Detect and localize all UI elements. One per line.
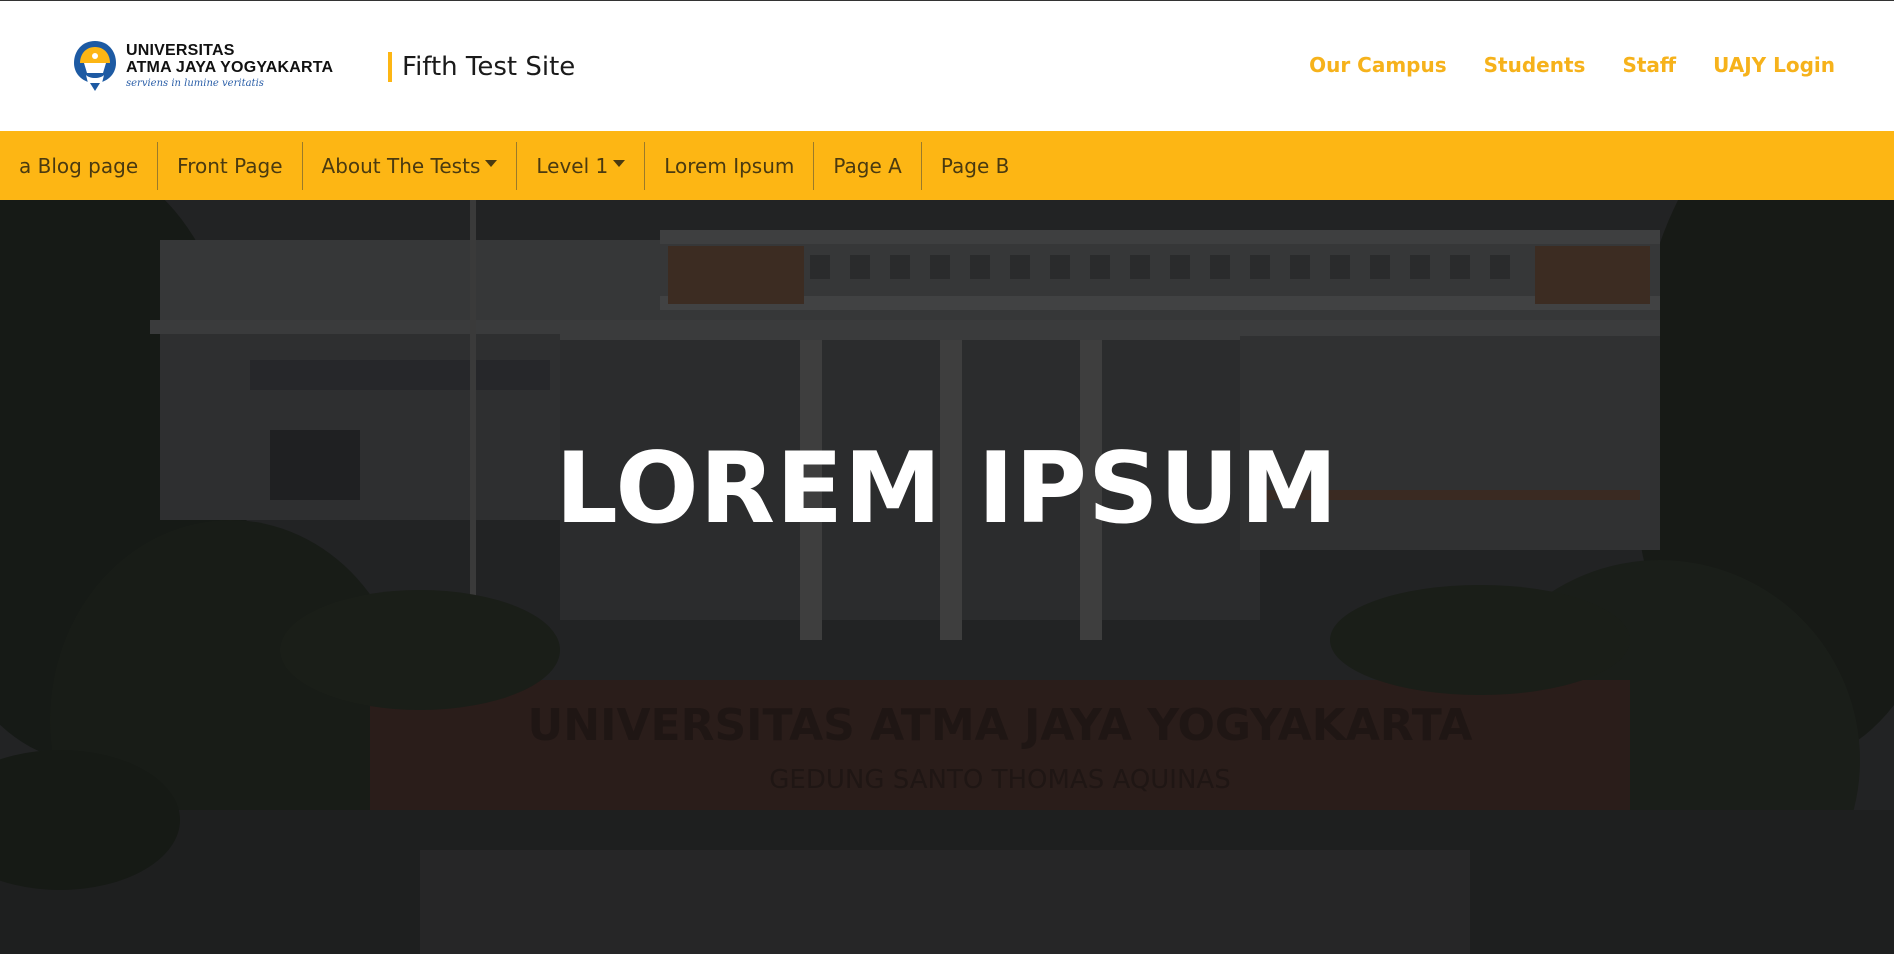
logo-line-2: ATMA JAYA YOGYAKARTA — [126, 59, 334, 76]
logo-line-1: UNIVERSITAS — [126, 42, 235, 59]
nav-item-lorem-ipsum[interactable]: Lorem Ipsum — [644, 141, 813, 190]
university-logo[interactable]: UNIVERSITAS ATMA JAYA YOGYAKARTA servien… — [72, 39, 333, 93]
building-sign-subtext: GEDUNG SANTO THOMAS AQUINAS — [769, 765, 1230, 795]
hero-title: LOREM IPSUM — [555, 432, 1339, 546]
nav-item-label: Lorem Ipsum — [664, 153, 795, 178]
logo-tagline: serviens in lumine veritatis — [126, 78, 264, 89]
site-title-wrapper: Fifth Test Site — [388, 52, 575, 82]
caret-down-icon — [613, 160, 626, 167]
main-nav: a Blog page Front Page About The Tests L… — [0, 131, 1894, 200]
university-emblem-icon — [74, 41, 116, 91]
campus-building-background: UNIVERSITAS ATMA JAYA YOGYAKARTA GEDUNG … — [0, 200, 1894, 954]
site-title[interactable]: Fifth Test Site — [402, 52, 575, 82]
hero-banner: UNIVERSITAS ATMA JAYA YOGYAKARTA GEDUNG … — [0, 200, 1894, 954]
nav-item-label: Front Page — [177, 153, 283, 178]
caret-down-icon — [485, 160, 498, 167]
nav-item-front-page[interactable]: Front Page — [157, 141, 301, 190]
nav-item-blog[interactable]: a Blog page — [0, 142, 157, 190]
nav-item-page-a[interactable]: Page A — [813, 141, 920, 190]
link-uajy-login[interactable]: UAJY Login — [1713, 53, 1835, 77]
nav-item-label: Page A — [833, 153, 902, 178]
nav-item-label: Level 1 — [536, 153, 609, 178]
nav-item-page-b[interactable]: Page B — [920, 141, 1029, 190]
nav-item-label: About The Tests — [321, 153, 481, 178]
nav-item-label: a Blog page — [19, 153, 139, 178]
building-sign-text: UNIVERSITAS ATMA JAYA YOGYAKARTA — [528, 700, 1473, 751]
link-staff[interactable]: Staff — [1622, 53, 1676, 77]
nav-item-label: Page B — [940, 153, 1010, 178]
nav-item-about-the-tests[interactable]: About The Tests — [301, 141, 517, 190]
site-header: UNIVERSITAS ATMA JAYA YOGYAKARTA servien… — [0, 1, 1894, 131]
nav-item-level-1[interactable]: Level 1 — [516, 141, 644, 190]
top-links: Our Campus Students Staff UAJY Login — [1309, 53, 1835, 77]
link-our-campus[interactable]: Our Campus — [1309, 53, 1447, 77]
link-students[interactable]: Students — [1484, 53, 1586, 77]
